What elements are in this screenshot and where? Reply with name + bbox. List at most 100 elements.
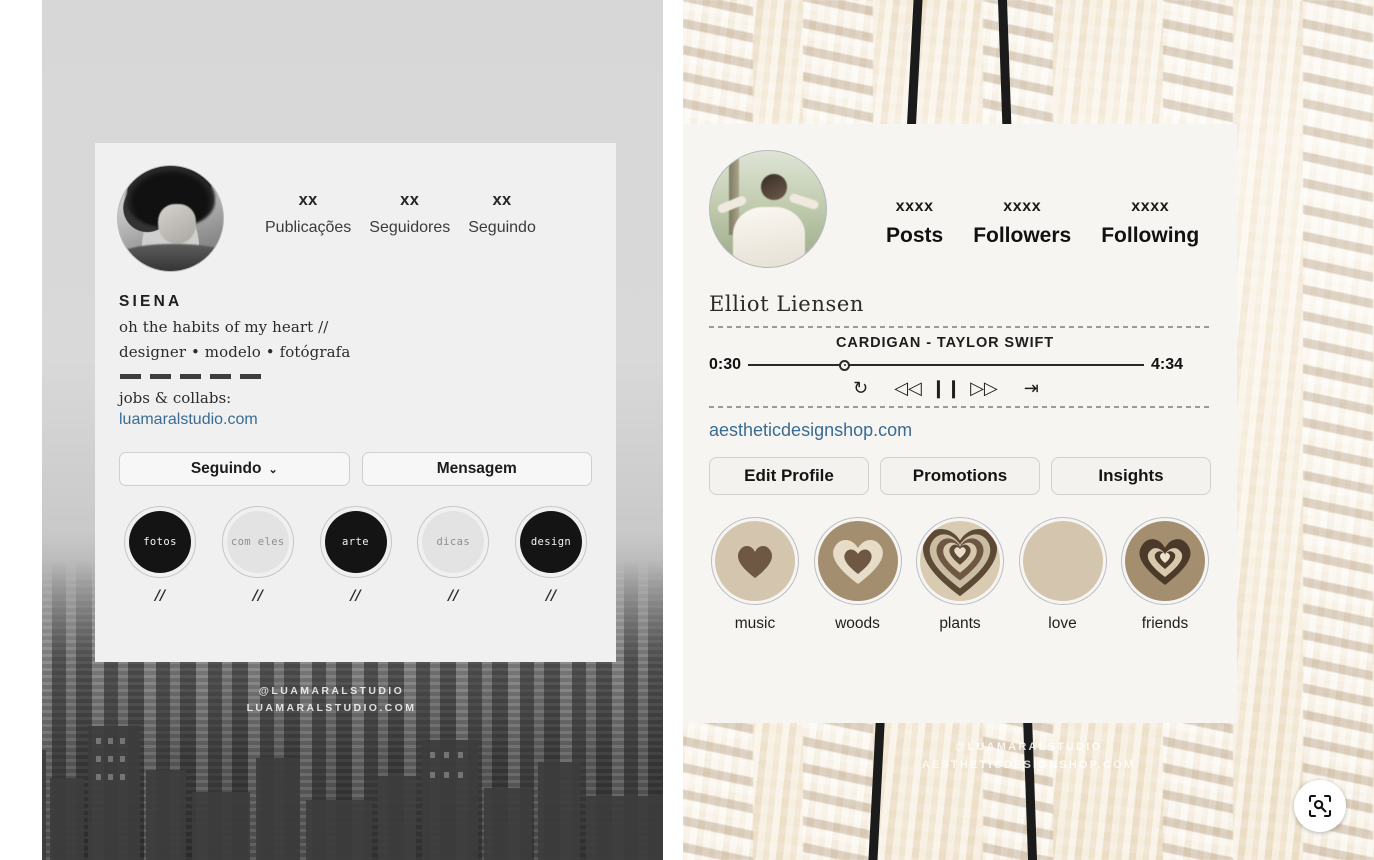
highlight-cover-label: dicas [422,511,485,573]
avatar[interactable] [709,150,827,268]
stat-following-label: Following [1101,224,1200,247]
highlight-ring [813,517,902,605]
music-seek-track [748,364,1144,366]
avatar-dress-shape [733,206,806,267]
highlight-arte[interactable]: arte // [317,506,395,604]
highlight-ring [1018,517,1107,605]
heart-icon [1139,539,1191,585]
highlight-design[interactable]: design // [512,506,590,604]
highlight-cover-label: arte [324,511,387,573]
right-story-highlights: music woods plants love friends [683,495,1237,633]
highlight-cover-label: com eles [226,511,289,573]
highlight-caption: // [350,588,361,604]
stat-posts-label: Posts [886,224,944,247]
message-button[interactable]: Mensagem [361,452,592,486]
highlight-label: music [734,615,776,632]
highlight-com-eles[interactable]: com eles // [219,506,297,604]
highlight-caption: // [448,588,459,604]
profile-website-link[interactable]: aestheticdesignshop.com [683,408,912,441]
left-action-buttons: Seguindo ⌄ Mensagem [95,429,616,486]
highlight-ring: dicas [417,506,490,578]
left-panel-white-margin [0,0,42,860]
heart-icon [832,539,883,584]
stat-followers[interactable]: xxxx Followers [958,198,1086,248]
bio-line-2: designer • modelo • fotógrafa [119,343,351,361]
screenshot-stage: xx Publicações xx Seguidores xx Seguindo… [0,0,1374,860]
stat-posts[interactable]: xxxx Posts [871,198,958,248]
music-track-title: CARDIGAN - TAYLOR SWIFT [835,335,1055,351]
pause-icon[interactable]: ❙❙ [931,379,961,397]
highlight-caption: // [545,588,557,604]
stat-following-label: Seguindo [468,219,536,236]
highlight-cover [920,521,1000,601]
bio-dash-divider [120,374,616,379]
chevron-down-icon: ⌄ [268,463,278,476]
skip-icon[interactable]: ⇥ [1024,379,1039,397]
promotions-button[interactable]: Promotions [880,457,1040,495]
profile-website-link[interactable]: luamaralstudio.com [119,411,258,429]
edit-profile-button[interactable]: Edit Profile [709,457,869,495]
following-button-label: Seguindo [190,460,262,477]
right-watermark-handle: @LUAMARALSTUDIO [954,741,1103,753]
avatar-shoulder-shape [118,243,223,271]
highlight-cover-label: fotos [129,511,191,573]
avatar[interactable] [117,165,224,272]
stat-followers[interactable]: xx Seguidores [360,191,459,237]
stat-followers-value: xxxx [1003,198,1042,215]
highlight-ring: design [515,506,587,578]
left-profile-header: xx Publicações xx Seguidores xx Seguindo [95,143,616,272]
highlight-label: friends [1141,615,1189,632]
music-transport-group: ◁◁ ❙❙ ▷▷ [894,379,998,397]
music-seek-handle[interactable] [839,359,851,371]
highlight-cover-label: design [520,511,582,573]
stat-followers-label: Seguidores [369,219,451,236]
highlight-label: woods [835,615,880,632]
promotions-button-label: Promotions [912,466,1008,485]
stat-following[interactable]: xxxx Following [1086,198,1214,248]
highlight-friends[interactable]: friends [1119,517,1211,633]
highlight-ring [711,517,799,605]
left-watermark-url: LUAMARALSTUDIO.COM [246,702,417,714]
highlight-love[interactable]: love [1017,517,1109,633]
stat-following-value: xxxx [1131,198,1170,215]
highlight-caption: // [154,588,166,604]
stat-following-value: xx [492,191,512,209]
music-seek-row: 0:30 4:34 [709,356,1211,374]
highlight-ring: fotos [124,506,196,578]
highlight-label: plants [939,615,981,632]
music-seek-slider[interactable] [748,358,1144,372]
stat-posts[interactable]: xx Publicações [256,191,360,237]
following-button[interactable]: Seguindo ⌄ [119,452,350,486]
highlight-fotos[interactable]: fotos // [121,506,199,604]
message-button-label: Mensagem [436,460,517,477]
right-watermark: @LUAMARALSTUDIO AESTHETICDESIGNSHOP.COM [683,738,1374,774]
stat-posts-value: xxxx [895,198,934,215]
highlight-plants[interactable]: plants [914,517,1006,633]
repeat-icon[interactable]: ↻ [853,379,868,397]
left-bio-block: SIENA oh the habits of my heart // desig… [95,272,616,429]
music-elapsed-time: 0:30 [709,356,742,373]
highlight-woods[interactable]: woods [812,517,904,633]
heart-icon [737,546,773,578]
highlight-ring [916,517,1004,605]
highlight-music[interactable]: music [709,517,801,633]
music-controls: ↻ ◁◁ ❙❙ ▷▷ ⇥ [709,379,1211,397]
highlight-cover [1022,521,1103,601]
visual-search-icon [1308,794,1332,818]
insights-button[interactable]: Insights [1051,457,1211,495]
stat-posts-label: Publicações [265,219,352,236]
music-duration-time: 4:34 [1150,356,1183,373]
right-watermark-url: AESTHETICDESIGNSHOP.COM [921,759,1136,771]
jobs-label: jobs & collabs: [119,389,232,407]
left-watermark: @LUAMARALSTUDIO LUAMARALSTUDIO.COM [0,683,663,717]
stat-posts-value: xx [298,191,318,209]
right-image-panel: xxxx Posts xxxx Followers xxxx Following… [683,0,1374,860]
highlight-ring: arte [319,506,392,578]
edit-profile-button-label: Edit Profile [744,466,834,485]
visual-search-button[interactable] [1294,780,1346,832]
highlight-ring [1121,517,1209,605]
highlight-dicas[interactable]: dicas // [414,506,492,604]
previous-icon[interactable]: ◁◁ [894,379,922,397]
stat-following[interactable]: xx Seguindo [459,191,545,237]
next-icon[interactable]: ▷▷ [970,379,998,397]
